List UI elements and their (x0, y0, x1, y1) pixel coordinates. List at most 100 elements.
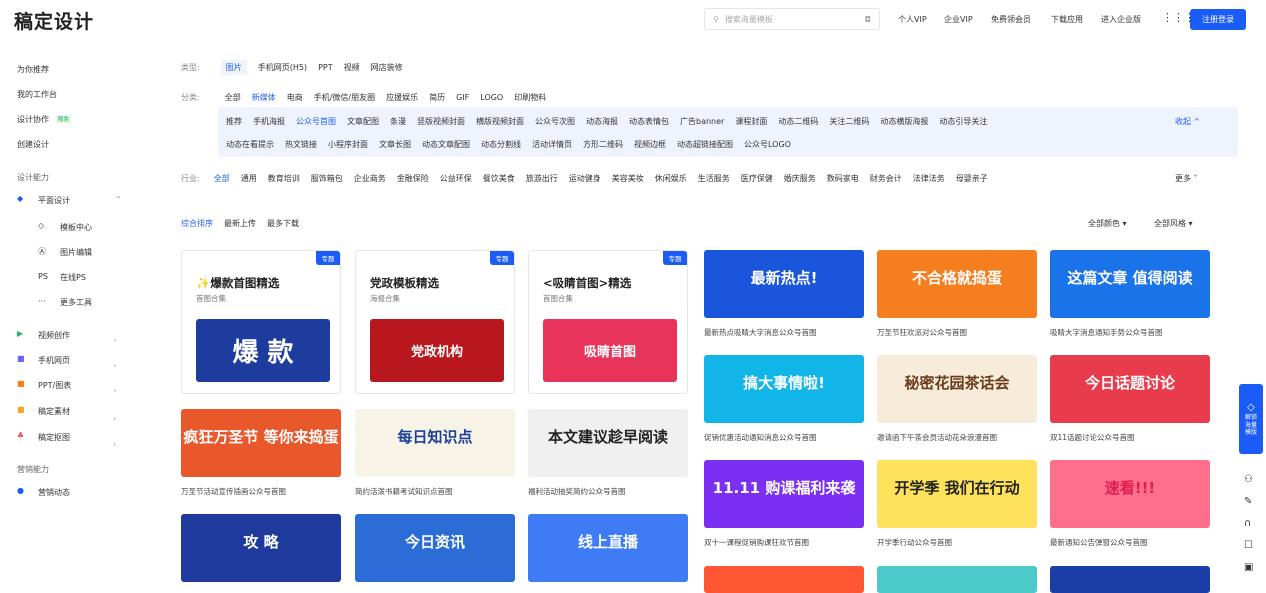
sub-image-edit[interactable]: 图片编辑 (60, 247, 92, 258)
template-card[interactable]: 开学季 我们在行动 (877, 460, 1037, 528)
card-caption[interactable]: 促销优惠活动通知消息公众号首图 (704, 432, 817, 443)
template-card[interactable]: 不合格就捣蛋 (877, 250, 1037, 318)
industry-more-button[interactable]: 更多 ˅ (1175, 173, 1198, 184)
chevron-down-icon[interactable]: ˅ (113, 339, 117, 348)
subcat-7[interactable]: 方形二维码 (583, 139, 623, 150)
cat-fan[interactable]: 应援娱乐 (386, 92, 418, 103)
card-caption[interactable]: 开学季行动公众号首图 (877, 537, 952, 548)
template-card[interactable]: 最新热点! (704, 250, 864, 318)
type-ppt[interactable]: PPT (318, 63, 333, 72)
headset-icon[interactable]: ∩ (1244, 518, 1251, 529)
register-login-button[interactable]: 注册登录 (1190, 9, 1246, 30)
subcat-1[interactable]: 热文链接 (285, 139, 317, 150)
chevron-up-icon[interactable]: ⌃ (115, 195, 122, 204)
nav-enterprise[interactable]: 进入企业版 (1101, 14, 1141, 25)
chevron-right-icon[interactable]: › (113, 440, 116, 449)
template-card[interactable]: 速看!!! (1050, 460, 1210, 528)
nav-download-app[interactable]: 下载应用 (1051, 14, 1083, 25)
color-select[interactable]: 全部颜色 ▾ (1088, 218, 1127, 229)
industry-12[interactable]: 生活服务 (698, 173, 730, 184)
nav-personal-vip[interactable]: 个人VIP (898, 14, 927, 25)
industry-1[interactable]: 通用 (241, 173, 257, 184)
industry-0[interactable]: 全部 (214, 173, 230, 184)
subcat-10[interactable]: 公众号LOGO (744, 139, 791, 150)
cat-print[interactable]: 印刷物料 (514, 92, 546, 103)
chevron-down-icon[interactable]: ˅ (113, 364, 117, 373)
cat-resume[interactable]: 简历 (429, 92, 445, 103)
sidebar-item-video[interactable]: 视频创作 (38, 330, 70, 341)
sub-more-tools[interactable]: 更多工具 (60, 297, 92, 308)
template-card[interactable] (1050, 566, 1210, 593)
type-video[interactable]: 视频 (344, 62, 360, 73)
industry-6[interactable]: 公益环保 (440, 173, 472, 184)
template-card[interactable]: 今日资讯 (355, 514, 515, 582)
sub-online-ps[interactable]: 在线PS (60, 272, 86, 283)
sidebar-item-ppt[interactable]: PPT/图表 (38, 380, 71, 391)
industry-4[interactable]: 企业商务 (354, 173, 386, 184)
feature-card[interactable]: 专题 党政模板精选 海报合集 党政机构 (355, 250, 515, 394)
subcat-6[interactable]: 横版视频封面 (476, 116, 524, 127)
industry-5[interactable]: 金融保险 (397, 173, 429, 184)
template-card[interactable]: 11.11 购课福利来袭 (704, 460, 864, 528)
industry-17[interactable]: 法律法务 (913, 173, 945, 184)
feature-card[interactable]: 专题 ✨爆款首图精选 首图合集 爆 款 (181, 250, 341, 394)
subcat-1[interactable]: 手机海报 (253, 116, 285, 127)
template-card[interactable]: 搞大事情啦! (704, 355, 864, 423)
logo[interactable]: 稿定设计 (14, 7, 94, 34)
card-caption[interactable]: 吸睛大字消息通知手势公众号首图 (1050, 327, 1163, 338)
industry-16[interactable]: 财务会计 (870, 173, 902, 184)
nav-enterprise-vip[interactable]: 企业VIP (944, 14, 973, 25)
template-card[interactable]: 线上直播 (528, 514, 688, 582)
type-shop[interactable]: 网店装修 (371, 62, 403, 73)
subcat-3[interactable]: 文章配图 (347, 116, 379, 127)
subcat-11[interactable]: 课程封面 (735, 116, 767, 127)
message-icon[interactable]: ▣ (1244, 562, 1253, 573)
industry-14[interactable]: 婚庆服务 (784, 173, 816, 184)
template-card[interactable]: 今日话题讨论 (1050, 355, 1210, 423)
user-icon[interactable]: ⚇ (1244, 474, 1253, 485)
sidebar-item-h5[interactable]: 手机网页 (38, 355, 70, 366)
industry-10[interactable]: 美容美妆 (612, 173, 644, 184)
subcat-8[interactable]: 视频边框 (634, 139, 666, 150)
style-select[interactable]: 全部风格 ▾ (1154, 218, 1193, 229)
industry-18[interactable]: 母婴亲子 (956, 173, 988, 184)
subcat-0[interactable]: 推荐 (226, 116, 242, 127)
subcat-10[interactable]: 广告banner (680, 116, 724, 127)
subcat-4[interactable]: 条漫 (390, 116, 406, 127)
industry-9[interactable]: 运动健身 (569, 173, 601, 184)
sidebar-item-marketing[interactable]: 营销动态 (38, 487, 70, 498)
cat-ecom[interactable]: 电商 (287, 92, 303, 103)
feedback-icon[interactable]: ☐ (1244, 540, 1253, 551)
card-caption[interactable]: 万圣节狂欢派对公众号首图 (877, 327, 967, 338)
camera-icon[interactable]: ◘ (865, 15, 871, 24)
subcat-9[interactable]: 动态超链接配图 (677, 139, 733, 150)
feature-card[interactable]: 专题 <吸睛首图>精选 首图合集 吸睛首图 (528, 250, 688, 394)
industry-13[interactable]: 医疗保健 (741, 173, 773, 184)
template-card[interactable]: 每日知识点 (355, 409, 515, 477)
nav-free-vip[interactable]: 免费领会员 (991, 14, 1031, 25)
cat-logo[interactable]: LOGO (480, 93, 503, 102)
industry-8[interactable]: 旅游出行 (526, 173, 558, 184)
sidebar-item-material[interactable]: 稿定素材 (38, 406, 70, 417)
subcat-3[interactable]: 文章长图 (379, 139, 411, 150)
card-caption[interactable]: 双11话题讨论公众号首图 (1050, 432, 1135, 443)
cat-newmedia[interactable]: 新媒体 (252, 92, 276, 103)
sidebar-item-workspace[interactable]: 我的工作台 (17, 89, 57, 100)
template-card[interactable]: 攻 略 (181, 514, 341, 582)
cat-gif[interactable]: GIF (456, 93, 469, 102)
type-image[interactable]: 图片 (220, 60, 247, 75)
card-caption[interactable]: 福利活动抽奖简约公众号首图 (528, 486, 626, 497)
sidebar-item-create[interactable]: 创建设计 (17, 139, 49, 150)
template-card[interactable] (877, 566, 1037, 593)
industry-2[interactable]: 教育培训 (268, 173, 300, 184)
template-card[interactable]: 疯狂万圣节 等你来捣蛋 (181, 409, 341, 477)
sidebar-item-cutout[interactable]: 稿定抠图 (38, 432, 70, 443)
sidebar-item-recommend[interactable]: 为你推荐 (17, 64, 49, 75)
card-caption[interactable]: 简约活泼书籍考试知识点首图 (355, 486, 453, 497)
sort-newest[interactable]: 最新上传 (224, 218, 256, 229)
card-caption[interactable]: 最新通知公告弹窗公众号首图 (1050, 537, 1148, 548)
subcat-13[interactable]: 关注二维码 (829, 116, 869, 127)
subcat-4[interactable]: 动态文章配图 (422, 139, 470, 150)
subcat-2[interactable]: 公众号首图 (296, 116, 336, 127)
template-card[interactable]: 这篇文章 值得阅读 (1050, 250, 1210, 318)
